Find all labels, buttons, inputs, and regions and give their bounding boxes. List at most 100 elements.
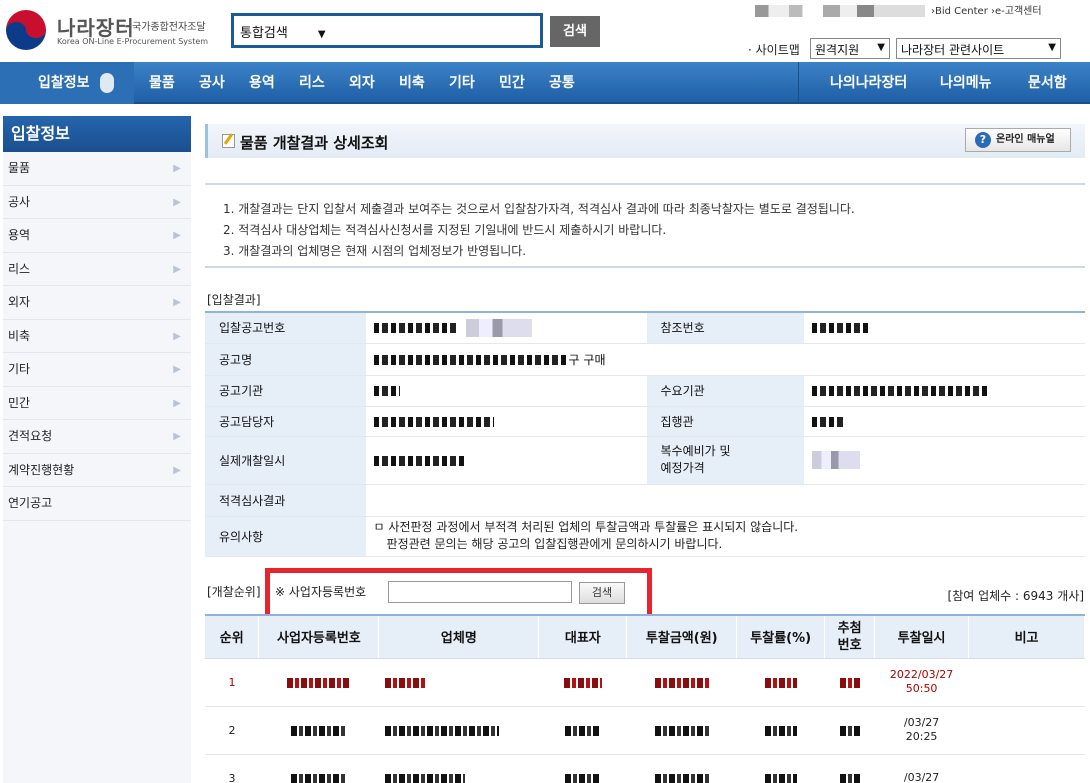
- draw-cell: [824, 754, 875, 783]
- nav-bid-info[interactable]: 입찰정보: [0, 62, 134, 104]
- chevron-down-icon: ▼: [317, 29, 326, 40]
- col-ceo[interactable]: 대표자: [538, 615, 628, 659]
- company-cell[interactable]: [378, 754, 539, 783]
- value-open-date: [365, 436, 647, 485]
- company-cell[interactable]: [378, 706, 539, 755]
- notice-line: 1. 개찰결과는 단지 입찰서 제출결과 보여주는 것으로서 입찰참가자격, 적…: [223, 202, 855, 216]
- sidebar-item-foreign[interactable]: 외자 ▶: [3, 286, 191, 320]
- highlight-box: [265, 568, 652, 619]
- utility-links[interactable]: ›Bid Center ›e-고객센터: [755, 2, 1042, 17]
- rate-cell: [736, 658, 825, 707]
- bizno-cell[interactable]: [258, 658, 379, 707]
- label-ref-no: 참조번호: [646, 312, 805, 344]
- notice-line: 2. 적격심사 대상업체는 적격심사신청서를 지정된 기일내에 반드시 제출하시…: [223, 223, 667, 237]
- col-remarks[interactable]: 비고: [968, 615, 1085, 659]
- nav-divider: [798, 62, 799, 104]
- draw-cell: [824, 706, 875, 755]
- nav-other[interactable]: 기타: [449, 62, 475, 104]
- top-header: 나라장터 국가종합전자조달 Korea ON-Line E-Procuremen…: [0, 0, 1090, 62]
- chevron-right-icon: ▶: [173, 163, 181, 174]
- blurred-links: [755, 5, 925, 17]
- nav-construction[interactable]: 공사: [199, 62, 225, 104]
- datetime-cell: /03/27 20:25: [874, 706, 969, 755]
- remark-cell: [968, 706, 1085, 755]
- label-open-date: 실제개찰일시: [205, 436, 366, 485]
- chevron-right-icon: ▶: [173, 196, 181, 208]
- label-notice-no: 입찰공고번호: [205, 312, 366, 344]
- chevron-down-icon: ▼: [1048, 42, 1056, 53]
- bizno-cell[interactable]: [258, 706, 379, 755]
- nav-service[interactable]: 용역: [249, 62, 275, 104]
- nav-my-narajangter[interactable]: 나의나라장터: [830, 62, 907, 104]
- brand-subtitle-en: Korea ON-Line E-Procurement System: [57, 37, 209, 46]
- nav-stockpile[interactable]: 비축: [399, 62, 425, 104]
- sidebar-item-construction[interactable]: 공사 ▶: [3, 186, 191, 219]
- col-company[interactable]: 업체명: [378, 615, 540, 659]
- sidebar-item-quote-request[interactable]: 견적요청 ▶: [3, 420, 191, 454]
- search-scope-select[interactable]: 통합검색 ▼: [240, 22, 326, 41]
- nav-documents[interactable]: 문서함: [1028, 62, 1067, 104]
- search-button[interactable]: 검색: [550, 16, 600, 47]
- value-eligibility: [365, 484, 1085, 517]
- search-box[interactable]: 통합검색 ▼: [231, 13, 543, 48]
- nav-my-menu[interactable]: 나의메뉴: [940, 62, 992, 104]
- online-manual-button[interactable]: ? 온라인 매뉴얼: [965, 128, 1071, 152]
- sidebar-item-postponed[interactable]: 연기공고: [3, 487, 191, 521]
- multi-price-link[interactable]: [804, 436, 1085, 485]
- rank-cell: 3: [205, 754, 259, 783]
- label-notice-name: 공고명: [205, 343, 366, 376]
- related-sites-select[interactable]: 나라장터 관련사이트 ▼: [896, 38, 1061, 59]
- remark-cell: [968, 658, 1085, 707]
- label-notice-org: 공고기관: [205, 375, 366, 407]
- rate-cell: [736, 706, 825, 755]
- sidebar-item-other[interactable]: 기타 ▶: [3, 353, 191, 387]
- sitemap-link[interactable]: · 사이트맵: [748, 41, 800, 58]
- datetime-cell: 2022/03/27 50:50: [874, 658, 969, 707]
- col-bizno[interactable]: 사업자등록번호: [258, 615, 380, 659]
- sidebar-item-contract-status[interactable]: 계약진행현황 ▶: [3, 454, 191, 487]
- bizno-cell[interactable]: [258, 754, 379, 783]
- nav-common[interactable]: 공통: [549, 62, 575, 104]
- notice-box: 1. 개찰결과는 단지 입찰서 제출결과 보여주는 것으로서 입찰참가자격, 적…: [205, 183, 1085, 268]
- table-row[interactable]: 3 /03/27: [205, 754, 1085, 783]
- ceo-cell: [538, 658, 627, 707]
- chevron-right-icon: ▶: [173, 431, 181, 442]
- col-bid-datetime[interactable]: 투찰일시: [874, 615, 970, 659]
- value-caution: ㅁ 사전판정 과정에서 부적격 처리된 업체의 투찰금액과 투찰률은 표시되지 …: [365, 516, 1085, 557]
- chevron-right-icon: ▶: [173, 464, 181, 476]
- sidebar-item-stockpile[interactable]: 비축 ▶: [3, 320, 191, 353]
- col-draw-no[interactable]: 추첨 번호: [824, 615, 876, 659]
- sidebar-item-service[interactable]: 용역 ▶: [3, 219, 191, 253]
- table-row[interactable]: 2 /03/27 20:25: [205, 706, 1085, 755]
- nav-goods[interactable]: 물품: [149, 62, 175, 104]
- amount-cell: [626, 706, 737, 755]
- chevron-right-icon: ▶: [173, 364, 181, 375]
- sidebar-item-lease[interactable]: 리스 ▶: [3, 253, 191, 286]
- label-executor: 집행관: [646, 406, 805, 437]
- company-cell[interactable]: [378, 658, 539, 707]
- table-row[interactable]: 1 2022/03/27 50:50: [205, 658, 1085, 707]
- chevron-right-icon: ▶: [173, 330, 181, 342]
- ranking-table: 순위 사업자등록번호 업체명 대표자 투찰금액(원) 투찰률(%) 추첨 번호 …: [205, 614, 1085, 783]
- sidebar-item-goods[interactable]: 물품 ▶: [3, 152, 191, 186]
- help-icon: ?: [975, 132, 991, 148]
- nav-lease[interactable]: 리스: [299, 62, 325, 104]
- government-logo-icon[interactable]: [6, 10, 46, 50]
- value-executor: [804, 406, 1085, 437]
- value-demand-org: [804, 375, 1085, 407]
- main-nav: 입찰정보 물품 공사 용역 리스 외자 비축 기타 민간 공통 나의나라장터 나…: [0, 62, 1090, 104]
- value-ref-no: [804, 312, 1085, 344]
- page-heading: 물품 개찰결과 상세조회 ? 온라인 매뉴얼: [205, 124, 1085, 158]
- rate-cell: [736, 754, 825, 783]
- datetime-cell: /03/27: [874, 754, 969, 783]
- remote-support-select[interactable]: 원격지원 ▼: [810, 38, 890, 59]
- page-title: 물품 개찰결과 상세조회: [240, 134, 389, 152]
- nav-private[interactable]: 민간: [499, 62, 525, 104]
- sidebar-item-private[interactable]: 민간 ▶: [3, 387, 191, 420]
- col-bid-amount[interactable]: 투찰금액(원): [626, 615, 738, 659]
- col-bid-rate[interactable]: 투찰률(%): [736, 615, 826, 659]
- chevron-right-icon: ▶: [173, 297, 181, 308]
- nav-foreign[interactable]: 외자: [349, 62, 375, 104]
- col-rank[interactable]: 순위: [205, 615, 260, 659]
- chevron-right-icon: ▶: [173, 263, 181, 275]
